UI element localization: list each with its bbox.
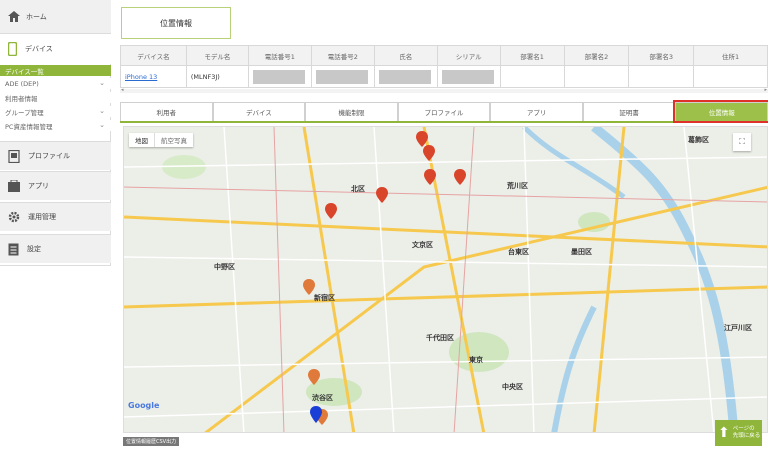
th-address1[interactable]: 住所1 xyxy=(693,45,768,66)
sidebar-empty-area xyxy=(0,265,111,450)
tab-device[interactable]: デバイス xyxy=(212,102,306,121)
gear-icon xyxy=(8,211,20,223)
tab-profile[interactable]: プロファイル xyxy=(397,102,491,121)
profile-icon xyxy=(8,149,20,163)
app-window: ホーム デバイス デバイス一覧 ADE (DEP) ⌄ 利用者情報 グループ管理 ⌄… xyxy=(0,0,768,450)
scroll-left-icon[interactable]: ◂ xyxy=(121,87,124,93)
fullscreen-icon[interactable]: ⛶ xyxy=(733,133,751,151)
th-serial[interactable]: シリアル xyxy=(436,45,501,66)
sidebar-label-apps: アプリ xyxy=(28,182,49,190)
map-type-control: 地図 航空写真 xyxy=(129,133,193,147)
sidebar-item-ops[interactable]: 運用管理 xyxy=(0,202,111,231)
page-title: 位置情報 xyxy=(121,7,231,39)
chevron-down-icon: ⌄ xyxy=(99,79,105,87)
page-top-line1: ページの xyxy=(732,426,755,432)
cell-model: (MLNF3J) xyxy=(185,65,249,88)
map-type-map-button[interactable]: 地図 xyxy=(129,133,154,147)
cell-phone2 xyxy=(310,65,375,88)
sidebar-label-device: デバイス xyxy=(25,45,53,53)
redacted-block xyxy=(441,69,494,84)
cell-serial xyxy=(436,65,501,88)
table-row: iPhone 13 (MLNF3J) xyxy=(120,65,768,88)
cell-address1 xyxy=(693,65,768,88)
map-label-kita: 北区 xyxy=(351,185,365,193)
sidebar-sub-user-info[interactable]: 利用者情報 xyxy=(0,92,111,103)
sidebar-item-apps[interactable]: アプリ xyxy=(0,171,111,200)
th-model[interactable]: モデル名 xyxy=(185,45,249,66)
tab-restrictions[interactable]: 機能制限 xyxy=(305,102,398,121)
th-dept2[interactable]: 部署名2 xyxy=(563,45,630,66)
device-table: デバイス名 モデル名 電話番号1 電話番号2 氏名 シリアル 部署名1 部署名2… xyxy=(120,45,768,88)
home-icon xyxy=(8,11,20,22)
location-map[interactable]: 地図 航空写真 ⛶ 葛飾区 荒川区 北区 文京区 台東区 墨田区 中野区 新宿区… xyxy=(123,126,768,433)
arrow-up-icon: ⬆ xyxy=(718,425,730,441)
sidebar-item-settings[interactable]: 設定 xyxy=(0,234,111,263)
sidebar-sub-pc-assets[interactable]: PC資産情報管理 ⌄ xyxy=(0,120,111,131)
map-label-chuo: 中央区 xyxy=(502,383,523,391)
th-dept3[interactable]: 部署名3 xyxy=(628,45,695,66)
sidebar-sub-ade[interactable]: ADE (DEP) ⌄ xyxy=(0,78,111,89)
redacted-block xyxy=(252,69,305,84)
sidebar-sub-group[interactable]: グループ管理 ⌄ xyxy=(0,106,111,117)
tab-apps[interactable]: アプリ xyxy=(490,102,583,121)
smartphone-icon xyxy=(8,42,17,56)
device-link[interactable]: iPhone 13 xyxy=(125,73,157,81)
tab-user[interactable]: 利用者 xyxy=(120,102,213,121)
detail-tabs: 利用者 デバイス 機能制限 プロファイル アプリ 証明書 位置情報 xyxy=(120,100,768,123)
map-type-satellite-button[interactable]: 航空写真 xyxy=(154,133,193,147)
th-phone2[interactable]: 電話番号2 xyxy=(310,45,375,66)
map-label-nakano: 中野区 xyxy=(214,263,235,271)
map-label-sumida: 墨田区 xyxy=(571,248,592,256)
map-label-chiyoda: 千代田区 xyxy=(426,334,454,342)
tab-certificates[interactable]: 証明書 xyxy=(582,102,676,121)
sidebar-item-home[interactable]: ホーム xyxy=(0,0,111,34)
sidebar-label-ops: 運用管理 xyxy=(28,213,56,221)
page-top-line2: 先頭に戻る xyxy=(732,433,761,439)
sidebar-label-home: ホーム xyxy=(26,12,47,21)
cell-device-name: iPhone 13 xyxy=(120,65,187,88)
cell-dept2 xyxy=(563,65,630,88)
redacted-block xyxy=(378,69,431,84)
map-label-shibuya: 渋谷区 xyxy=(312,394,333,402)
cell-dept3 xyxy=(628,65,695,88)
sidebar-label-settings: 設定 xyxy=(27,245,41,253)
th-phone1[interactable]: 電話番号1 xyxy=(247,45,312,66)
chevron-down-icon: ⌄ xyxy=(99,121,105,129)
sidebar-item-device[interactable]: デバイス xyxy=(0,34,111,64)
map-label-shinjuku: 新宿区 xyxy=(314,294,335,302)
apps-icon xyxy=(8,180,20,192)
scroll-right-icon[interactable]: ▸ xyxy=(764,87,767,93)
cell-phone1 xyxy=(247,65,312,88)
sidebar-label-profile: プロファイル xyxy=(28,152,70,160)
th-device-name[interactable]: デバイス名 xyxy=(120,45,187,66)
map-label-tokyo: 東京 xyxy=(469,356,483,364)
sidebar-sub-device-list[interactable]: デバイス一覧 xyxy=(0,65,111,76)
th-name[interactable]: 氏名 xyxy=(373,45,438,66)
redacted-block xyxy=(315,69,368,84)
map-label-bunkyo: 文京区 xyxy=(412,241,433,249)
chevron-down-icon: ⌄ xyxy=(99,107,105,115)
map-label-arakawa: 荒川区 xyxy=(507,182,528,190)
th-dept1[interactable]: 部署名1 xyxy=(499,45,565,66)
page-top-button[interactable]: ⬆ ページの 先頭に戻る xyxy=(715,420,762,446)
google-logo: Google xyxy=(128,401,160,410)
tab-location[interactable]: 位置情報 xyxy=(673,100,768,123)
sidebar-item-profile[interactable]: プロファイル xyxy=(0,141,111,170)
sidebar: ホーム デバイス デバイス一覧 ADE (DEP) ⌄ 利用者情報 グループ管理 ⌄… xyxy=(0,0,111,450)
table-header-row: デバイス名 モデル名 電話番号1 電話番号2 氏名 シリアル 部署名1 部署名2… xyxy=(120,45,768,66)
cell-name xyxy=(373,65,438,88)
map-label-taito: 台東区 xyxy=(508,248,529,256)
map-label-edogawa: 江戸川区 xyxy=(724,324,752,332)
csv-export-button[interactable]: 位置情報履歴CSV出力 xyxy=(123,437,180,446)
table-horizontal-scrollbar[interactable]: ◂ ▸ xyxy=(120,87,768,93)
settings-doc-icon xyxy=(8,243,19,255)
main-content: 位置情報 デバイス名 モデル名 電話番号1 電話番号2 氏名 シリアル 部署名1… xyxy=(111,0,768,450)
map-canvas[interactable] xyxy=(124,127,768,433)
map-label-katsushika: 葛飾区 xyxy=(688,136,709,144)
cell-dept1 xyxy=(499,65,565,88)
